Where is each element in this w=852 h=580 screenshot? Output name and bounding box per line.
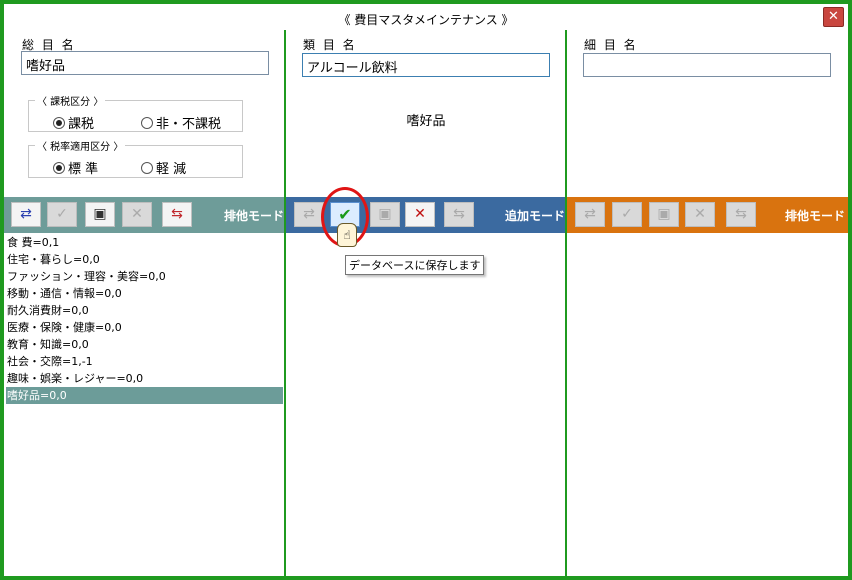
list-item[interactable]: 教育・知識=0,0: [6, 336, 283, 353]
delete-button[interactable]: ✕: [685, 202, 715, 227]
radio-checked-icon: [53, 162, 65, 174]
swap-button[interactable]: ⇄: [294, 202, 324, 227]
subcategory-label: 細 目 名: [584, 38, 638, 52]
reorder-button[interactable]: ⇆: [726, 202, 756, 227]
list-item[interactable]: 食 費=0,1: [6, 234, 283, 251]
middle-mode-label: 追加モード: [505, 209, 566, 223]
rate-radio-reduced-label: 軽 減: [156, 162, 187, 177]
radio-unchecked-icon: [141, 117, 153, 129]
right-mode-label: 排他モード: [785, 209, 846, 223]
rate-radio-standard[interactable]: 標 準: [53, 158, 98, 177]
tax-rate-title: 〈 税率適用区分 〉: [35, 138, 126, 153]
list-item[interactable]: 住宅・暮らし=0,0: [6, 251, 283, 268]
save-button[interactable]: ▣: [85, 202, 115, 227]
tax-radio-taxable-label: 課税: [68, 117, 95, 132]
confirm-button[interactable]: ✓: [47, 202, 77, 227]
check-icon: ✓: [621, 206, 633, 222]
list-item[interactable]: 移動・通信・情報=0,0: [6, 285, 283, 302]
list-item[interactable]: 趣味・娯楽・レジャー=0,0: [6, 370, 283, 387]
delete-button[interactable]: ✕: [122, 202, 152, 227]
main-category-list[interactable]: 食 費=0,1 住宅・暮らし=0,0 ファッション・理容・美容=0,0 移動・通…: [6, 234, 283, 404]
reorder-icon: ⇆: [453, 206, 465, 222]
reorder-button[interactable]: ⇆: [444, 202, 474, 227]
list-item[interactable]: 社会・交際=1,-1: [6, 353, 283, 370]
radio-unchecked-icon: [141, 162, 153, 174]
left-mode-label: 排他モード: [224, 209, 285, 223]
save-icon: ▣: [378, 206, 392, 222]
save-icon: ▣: [93, 206, 107, 222]
list-item[interactable]: 医療・保険・健康=0,0: [6, 319, 283, 336]
swap-icon: ⇄: [20, 206, 32, 222]
close-button[interactable]: ✕: [823, 7, 844, 27]
confirm-button[interactable]: ✓: [612, 202, 642, 227]
subcategory-input[interactable]: [583, 53, 831, 77]
window-title: 《 費目マスタメインテナンス 》: [338, 13, 514, 27]
category-label: 類 目 名: [303, 38, 357, 52]
save-tooltip: データベースに保存します: [345, 255, 485, 275]
delete-icon: ✕: [131, 206, 143, 222]
tax-radio-nontaxable-label: 非・不課税: [156, 117, 222, 132]
parent-category-display: 嗜好品: [406, 114, 446, 129]
radio-checked-icon: [53, 117, 65, 129]
right-toolbar: ⇄ ✓ ▣ ✕ ⇆ 排他モード: [567, 197, 848, 233]
list-item-selected[interactable]: 嗜好品=0,0: [6, 387, 283, 404]
list-item[interactable]: 耐久消費財=0,0: [6, 302, 283, 319]
tax-category-title: 〈 課税区分 〉: [35, 93, 106, 108]
category-input[interactable]: アルコール飲料: [302, 53, 550, 77]
hand-cursor-icon: ☝: [337, 223, 357, 247]
rate-radio-reduced[interactable]: 軽 減: [141, 158, 186, 177]
cancel-button[interactable]: ✕: [405, 202, 435, 227]
reorder-icon: ⇆: [171, 206, 183, 222]
save-button[interactable]: ▣: [649, 202, 679, 227]
cancel-icon: ✕: [414, 206, 426, 222]
reorder-button[interactable]: ⇆: [162, 202, 192, 227]
swap-button[interactable]: ⇄: [575, 202, 605, 227]
tax-radio-taxable[interactable]: 課税: [53, 113, 94, 132]
save-button[interactable]: ▣: [370, 202, 400, 227]
rate-radio-standard-label: 標 準: [68, 162, 99, 177]
list-item[interactable]: ファッション・理容・美容=0,0: [6, 268, 283, 285]
reorder-icon: ⇆: [735, 206, 747, 222]
delete-icon: ✕: [694, 206, 706, 222]
swap-button[interactable]: ⇄: [11, 202, 41, 227]
column-divider-right: [565, 30, 567, 576]
tax-radio-nontaxable[interactable]: 非・不課税: [141, 113, 221, 132]
main-category-input[interactable]: 嗜好品: [21, 51, 269, 75]
swap-icon: ⇄: [584, 206, 596, 222]
left-toolbar: ⇄ ✓ ▣ ✕ ⇆ 排他モード: [4, 197, 284, 233]
column-divider-left: [284, 30, 286, 576]
save-icon: ▣: [657, 206, 671, 222]
swap-icon: ⇄: [303, 206, 315, 222]
check-icon: ✓: [56, 206, 68, 222]
